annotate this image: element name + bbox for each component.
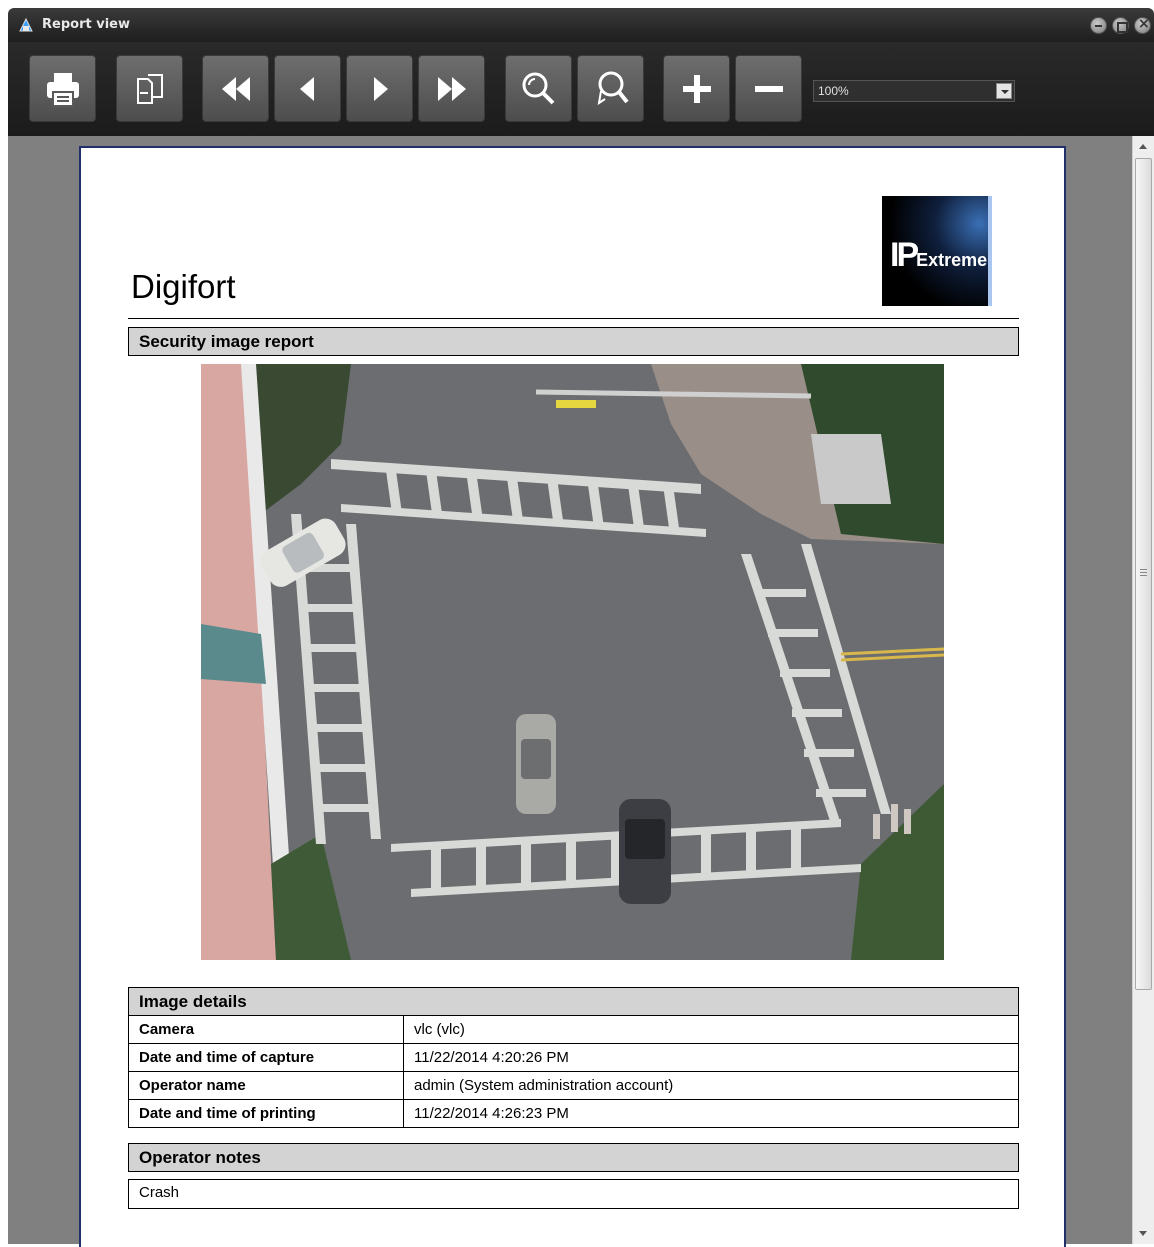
grip-icon	[1140, 569, 1147, 576]
detail-label: Camera	[128, 1015, 404, 1044]
detail-label: Operator name	[128, 1071, 404, 1100]
section-header-image-details: Image details	[128, 987, 1019, 1016]
next-page-button[interactable]	[346, 55, 413, 122]
close-button[interactable]	[1134, 16, 1151, 34]
app-icon	[19, 17, 33, 32]
scroll-up-icon[interactable]	[1139, 144, 1147, 149]
minus-icon	[754, 85, 783, 92]
zoom-value: 100%	[818, 84, 849, 98]
image-details-table: Camera vlc (vlc) Date and time of captur…	[128, 1015, 1019, 1128]
double-left-icon	[221, 76, 250, 101]
scroll-down-icon[interactable]	[1139, 1231, 1147, 1236]
zoom-button[interactable]	[505, 55, 572, 122]
report-title: Digifort	[131, 268, 236, 305]
table-row: Operator name admin (System administrati…	[128, 1071, 1019, 1100]
table-row: Date and time of printing 11/22/2014 4:2…	[128, 1099, 1019, 1128]
title-divider	[128, 318, 1019, 319]
magnifier-icon	[522, 72, 554, 104]
section-header-security-report: Security image report	[128, 327, 1019, 356]
detail-value: 11/22/2014 4:26:23 PM	[403, 1099, 1019, 1128]
title-bar: Report view	[8, 8, 1154, 42]
print-button[interactable]	[29, 55, 96, 122]
table-row: Camera vlc (vlc)	[128, 1015, 1019, 1044]
logo-text: IPExtreme	[890, 236, 988, 274]
zoom-out-button[interactable]	[735, 55, 802, 122]
detail-value: vlc (vlc)	[403, 1015, 1019, 1044]
zoom-in-button[interactable]	[663, 55, 730, 122]
intersection-image	[201, 364, 944, 960]
plus-icon	[682, 74, 711, 103]
right-icon	[373, 76, 388, 101]
toolbar: 100%	[8, 42, 1154, 136]
maximize-button[interactable]	[1112, 17, 1129, 34]
chevron-down-icon[interactable]	[996, 83, 1012, 99]
section-header-operator-notes: Operator notes	[128, 1143, 1019, 1172]
page-setup-button[interactable]	[116, 55, 183, 122]
company-logo: IPExtreme	[882, 196, 992, 306]
double-right-icon	[437, 76, 466, 101]
minimize-button[interactable]	[1090, 17, 1107, 34]
car-silver	[516, 714, 556, 814]
detail-label: Date and time of printing	[128, 1099, 404, 1128]
magnifier-pointer-icon	[597, 71, 629, 105]
printer-icon	[46, 72, 79, 107]
vertical-scrollbar[interactable]	[1132, 136, 1154, 1244]
report-page: Digifort IPExtreme Security image report	[79, 146, 1066, 1247]
table-row: Date and time of capture 11/22/2014 4:20…	[128, 1043, 1019, 1072]
zoom-select[interactable]: 100%	[813, 80, 1015, 102]
first-page-button[interactable]	[202, 55, 269, 122]
car-dark	[619, 799, 671, 904]
left-icon	[299, 76, 314, 101]
zoom-page-button[interactable]	[577, 55, 644, 122]
operator-notes-text: Crash	[128, 1179, 1019, 1209]
scroll-thumb[interactable]	[1135, 158, 1152, 990]
pages-icon	[136, 73, 163, 104]
detail-label: Date and time of capture	[128, 1043, 404, 1072]
detail-value: admin (System administration account)	[403, 1071, 1019, 1100]
detail-value: 11/22/2014 4:20:26 PM	[403, 1043, 1019, 1072]
camera-snapshot	[201, 364, 944, 960]
previous-page-button[interactable]	[274, 55, 341, 122]
last-page-button[interactable]	[418, 55, 485, 122]
window-title: Report view	[42, 17, 130, 32]
